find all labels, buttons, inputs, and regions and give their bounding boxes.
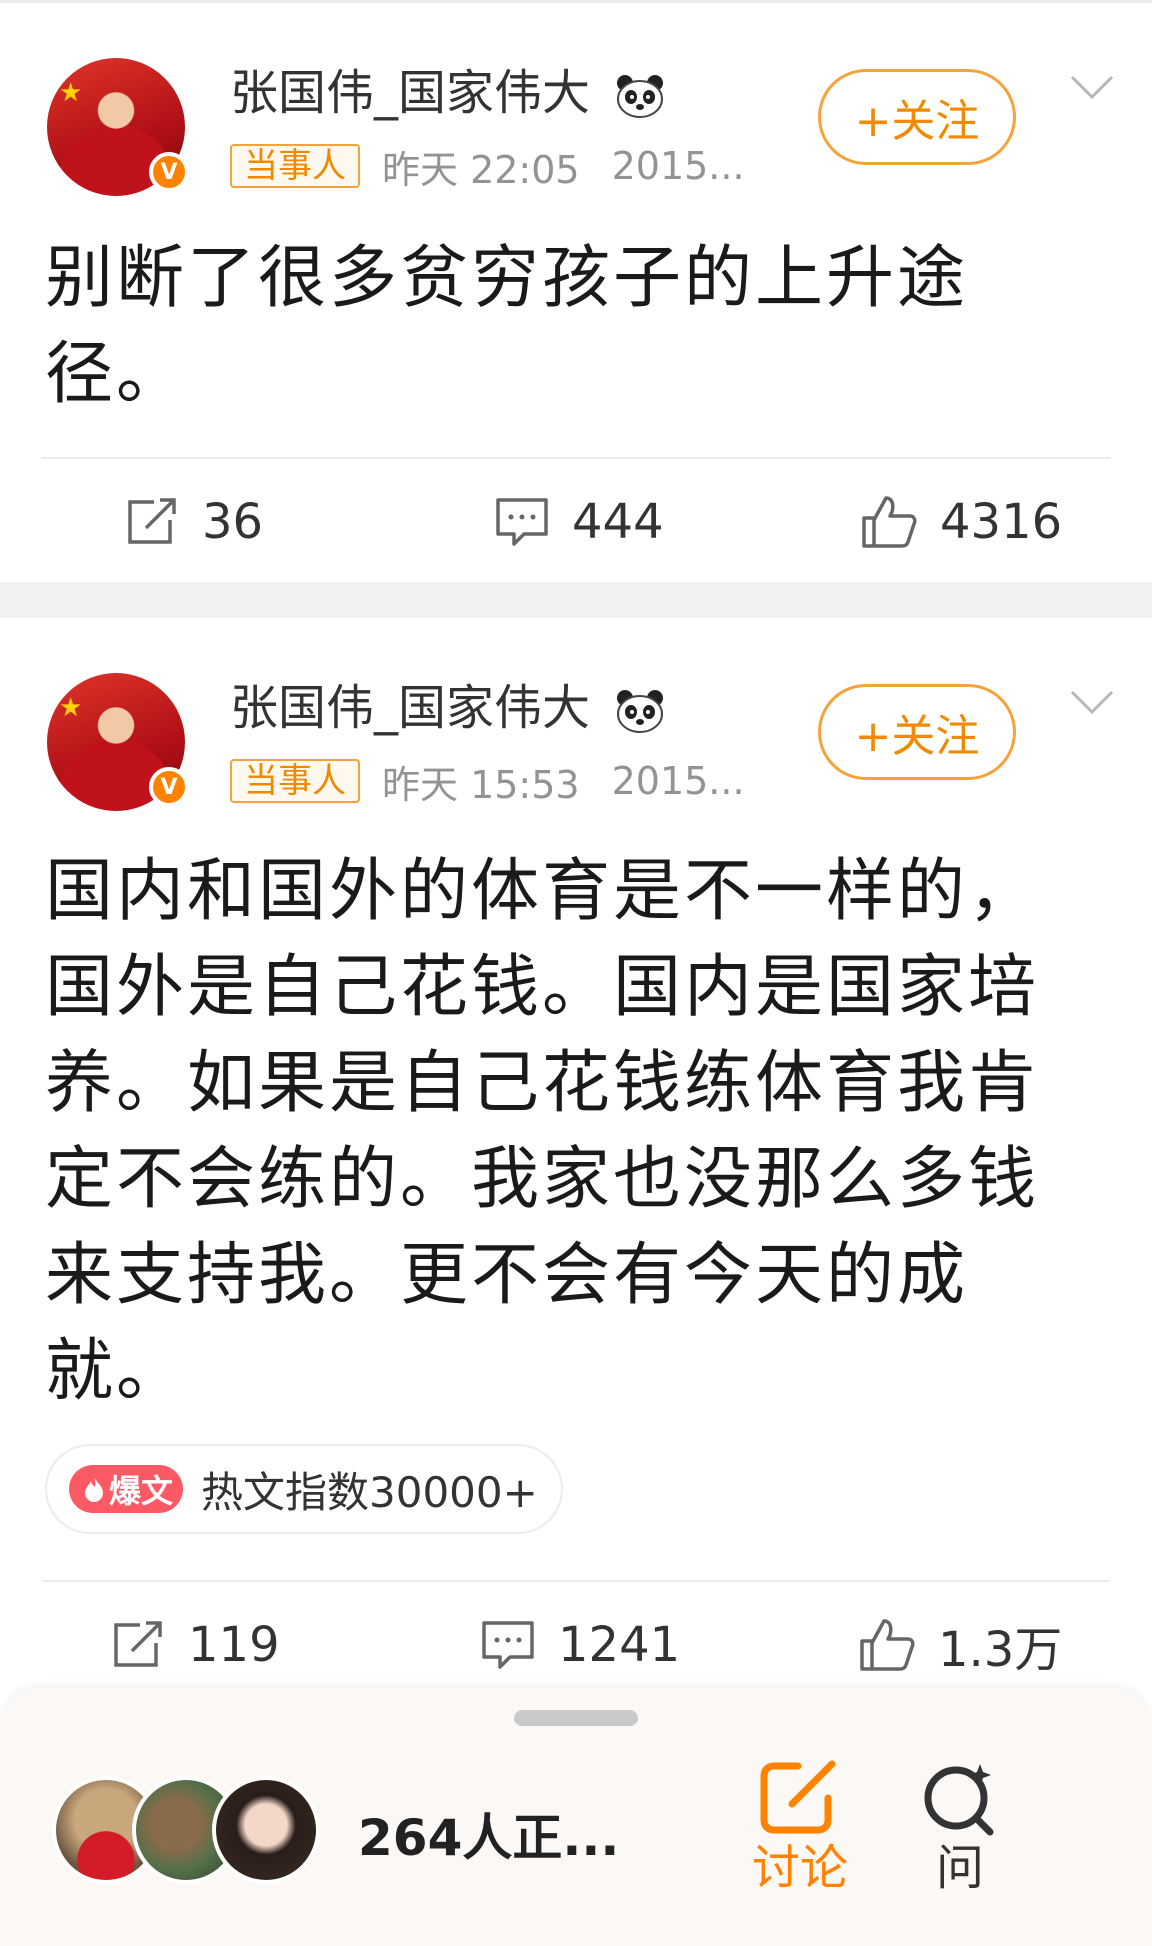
repost-icon [128,498,176,544]
tab-ask-label: 问 [935,1840,984,1896]
flag-star-icon: ★ [59,693,83,723]
content-line: 就。 [45,1332,188,1411]
panda-icon [617,75,664,118]
repost-button[interactable]: 119 [110,1590,280,1700]
post-time: 昨天 22:05 [382,147,580,192]
action-bar: 119 1241 1.3万 [0,1590,1152,1700]
hot-pill: 爆文 [69,1465,184,1513]
comment-count: 444 [572,494,664,550]
username[interactable]: 张国伟_国家伟大 [230,680,590,736]
edit-icon [760,1760,836,1834]
tab-discuss[interactable]: 讨论 [740,1758,860,1896]
follow-button[interactable]: +关注 [818,69,1016,165]
username-row[interactable]: 张国伟_国家伟大 [230,680,667,736]
search-sparkle-icon [924,1764,994,1836]
panda-icon [617,690,664,733]
comment-button[interactable]: 444 [494,467,664,577]
hot-article-badge[interactable]: 爆文 热文指数30000+ [45,1444,563,1534]
tab-discuss-label: 讨论 [751,1840,848,1896]
user-avatar[interactable]: ★ V [47,673,189,811]
comment-icon [496,498,548,546]
like-count: 4316 [940,494,1063,550]
weibo-post-1: ★ V 张国伟_国家伟大 当事人 昨天 22:05 2015... +关注 别断… [0,0,1152,585]
comment-count: 1241 [558,1617,681,1673]
content-line: 国外是自己花钱。国内是国家培 [45,948,1040,1027]
viewer-avatar[interactable] [212,1776,320,1884]
like-button[interactable]: 4316 [860,467,1062,577]
post-meta: 当事人 昨天 22:05 2015... [230,143,745,192]
post-content[interactable]: 国内和国外的体育是不一样的， 国外是自己花钱。国内是国家培 养。如果是自己花钱练… [45,844,1065,1420]
repost-count: 119 [188,1617,280,1673]
comment-button[interactable]: 1241 [480,1590,680,1700]
thumbs-up-icon [862,496,917,548]
username[interactable]: 张国伟_国家伟大 [230,65,590,121]
content-line: 径。 [45,335,188,414]
role-badge: 当事人 [230,144,360,188]
content-line: 养。如果是自己花钱练体育我肯 [45,1044,1040,1123]
discussion-bottom-sheet: 264人正... 讨论 问 [0,1688,1152,1946]
repost-button[interactable]: 36 [124,467,263,577]
post-divider [0,582,1152,618]
post-content[interactable]: 别断了很多贫穷孩子的上升途 径。 [45,231,1065,423]
action-divider [42,457,1110,459]
hot-pill-label: 爆文 [109,1472,174,1510]
tab-ask[interactable]: 问 [900,1758,1020,1896]
comment-icon [482,1621,534,1669]
content-line: 来支持我。更不会有今天的成 [45,1236,969,1315]
repost-icon [114,1621,162,1667]
hot-index-text: 热文指数30000+ [201,1467,538,1517]
thumbs-up-icon [860,1619,915,1671]
like-button[interactable]: 1.3万 [858,1590,1062,1700]
follow-button[interactable]: +关注 [818,684,1016,780]
post-date: 2015... [611,144,745,188]
verified-v-icon: V [149,152,189,192]
user-avatar[interactable]: ★ V [47,58,189,196]
action-bar: 36 444 4316 [0,467,1152,577]
repost-count: 36 [202,494,264,550]
post-date: 2015... [611,759,745,803]
role-badge: 当事人 [230,759,360,803]
viewers-count-text[interactable]: 264人正... [358,1798,619,1870]
weibo-post-2: ★ V 张国伟_国家伟大 当事人 昨天 15:53 2015... +关注 国内… [0,618,1152,1708]
action-divider [42,1580,1110,1582]
content-line: 别断了很多贫穷孩子的上升途 [45,239,969,318]
content-line: 定不会练的。我家也没那么多钱 [45,1140,1040,1219]
content-line: 国内和国外的体育是不一样的， [45,852,1040,931]
post-meta: 当事人 昨天 15:53 2015... [230,758,745,807]
chevron-down-icon[interactable] [1068,73,1116,103]
verified-v-icon: V [149,767,189,807]
post-time: 昨天 15:53 [382,762,580,807]
flame-icon [85,1477,103,1502]
chevron-down-icon[interactable] [1068,688,1116,718]
username-row[interactable]: 张国伟_国家伟大 [230,65,667,121]
flag-star-icon: ★ [59,78,83,108]
like-count: 1.3万 [938,1622,1063,1678]
sheet-drag-handle[interactable] [514,1710,638,1726]
